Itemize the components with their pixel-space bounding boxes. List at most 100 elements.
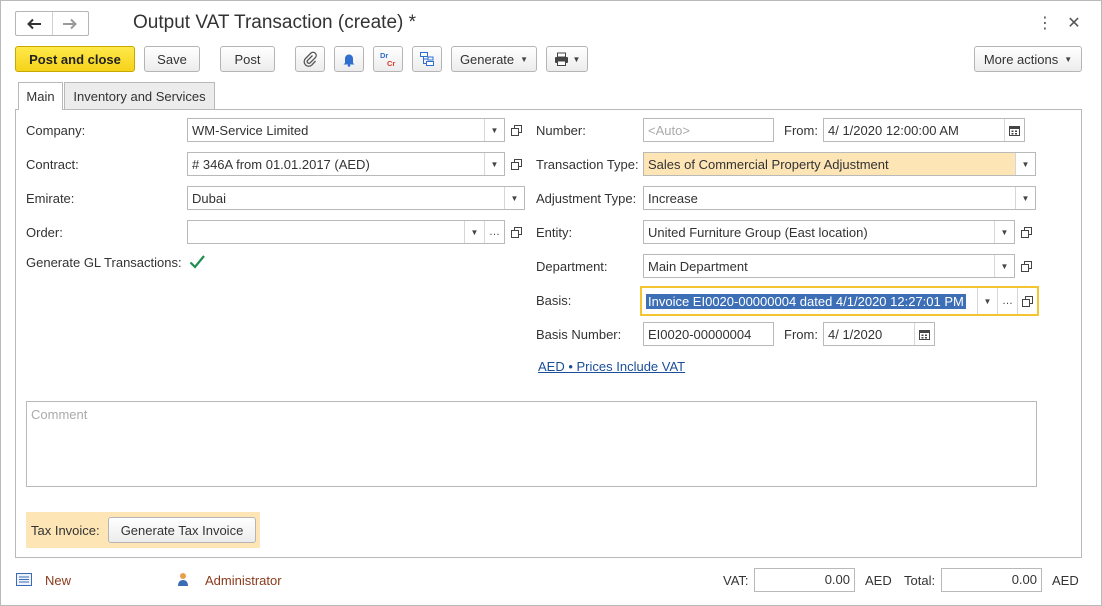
chevron-down-icon: ▼	[520, 54, 529, 64]
chevron-down-icon[interactable]: ▼	[994, 255, 1014, 277]
attach-button[interactable]	[295, 46, 325, 72]
list-icon	[16, 573, 34, 587]
save-button[interactable]: Save	[144, 46, 200, 72]
order-field[interactable]: ▼ …	[187, 220, 505, 244]
post-and-close-button[interactable]: Post and close	[15, 46, 135, 72]
number-placeholder: <Auto>	[648, 122, 690, 138]
date-field[interactable]: 4/ 1/2020 12:00:00 AM	[823, 118, 1025, 142]
basis-number-value: EI0020-00000004	[648, 326, 752, 342]
total-amount: 0.00	[941, 568, 1042, 592]
post-and-close-label: Post and close	[29, 51, 121, 67]
adjustment-type-label: Adjustment Type:	[536, 191, 637, 206]
reminder-button[interactable]	[334, 46, 364, 72]
generate-tax-invoice-button[interactable]: Generate Tax Invoice	[108, 517, 256, 543]
tab-inventory-and-services[interactable]: Inventory and Services	[64, 82, 215, 109]
post-button[interactable]: Post	[220, 46, 275, 72]
basis-from-label: From:	[784, 327, 818, 342]
open-window-icon	[1022, 295, 1033, 307]
user-icon	[177, 572, 191, 588]
bell-icon	[343, 54, 355, 67]
order-label: Order:	[26, 225, 63, 240]
company-field[interactable]: WM-Service Limited ▼	[187, 118, 505, 142]
chevron-down-icon[interactable]: ▼	[1015, 187, 1035, 209]
open-basis-button[interactable]	[1017, 288, 1037, 314]
document-window: Output VAT Transaction (create) * ⋮ ✕ Po…	[0, 0, 1102, 606]
open-window-icon	[1020, 260, 1032, 272]
from-label: From:	[784, 123, 818, 138]
chevron-down-icon[interactable]: ▼	[1015, 153, 1035, 175]
generate-tax-invoice-label: Generate Tax Invoice	[120, 522, 244, 538]
select-ellipsis-button[interactable]: …	[484, 221, 504, 243]
adjustment-type-field[interactable]: Increase ▼	[643, 186, 1036, 210]
open-entity-button[interactable]	[1016, 220, 1036, 244]
entity-field[interactable]: United Furniture Group (East location) ▼	[643, 220, 1015, 244]
chevron-down-icon[interactable]: ▼	[994, 221, 1014, 243]
transaction-type-label: Transaction Type:	[536, 157, 639, 172]
more-actions-button[interactable]: More actions ▼	[974, 46, 1082, 72]
save-label: Save	[157, 51, 187, 67]
basis-field[interactable]: Invoice EI0020-00000004 dated 4/1/2020 1…	[640, 286, 1039, 316]
print-button[interactable]: ▼	[546, 46, 588, 72]
basis-value: Invoice EI0020-00000004 dated 4/1/2020 1…	[642, 293, 977, 309]
adjustment-type-value: Increase	[648, 190, 698, 206]
tab-main[interactable]: Main	[18, 82, 63, 110]
transaction-type-field[interactable]: Sales of Commercial Property Adjustment …	[643, 152, 1036, 176]
generate-gl-checkbox[interactable]	[188, 253, 206, 271]
open-company-button[interactable]	[506, 118, 526, 142]
dr-cr-icon: Dr Cr	[380, 51, 395, 68]
arrow-right-icon	[63, 18, 78, 29]
open-window-icon	[510, 158, 522, 170]
chevron-down-icon: ▼	[1064, 54, 1073, 64]
close-icon[interactable]: ✕	[1065, 13, 1083, 33]
document-structure-icon	[420, 52, 434, 66]
comment-field[interactable]: Comment	[26, 401, 1037, 487]
forward-button[interactable]	[51, 12, 88, 35]
generate-button[interactable]: Generate ▼	[451, 46, 537, 72]
chevron-down-icon[interactable]: ▼	[484, 153, 504, 175]
open-window-icon	[1020, 226, 1032, 238]
tab-inventory-label: Inventory and Services	[73, 88, 206, 104]
department-field[interactable]: Main Department ▼	[643, 254, 1015, 278]
paperclip-icon	[303, 51, 317, 67]
transaction-type-value: Sales of Commercial Property Adjustment	[648, 156, 889, 172]
user-name[interactable]: Administrator	[205, 573, 282, 588]
chevron-down-icon[interactable]: ▼	[464, 221, 484, 243]
contract-field[interactable]: # 346A from 01.01.2017 (AED) ▼	[187, 152, 505, 176]
chevron-down-icon[interactable]: ▼	[504, 187, 524, 209]
basis-date-value: 4/ 1/2020	[828, 326, 883, 342]
basis-number-field[interactable]: EI0020-00000004	[643, 322, 774, 346]
basis-date-field[interactable]: 4/ 1/2020	[823, 322, 935, 346]
back-button[interactable]	[16, 12, 52, 35]
entity-value: United Furniture Group (East location)	[648, 224, 868, 240]
company-label: Company:	[26, 123, 86, 138]
page-title: Output VAT Transaction (create) *	[133, 12, 417, 33]
post-label: Post	[234, 51, 261, 67]
tab-main-label: Main	[26, 89, 55, 104]
calendar-icon[interactable]	[1004, 119, 1024, 141]
tax-invoice-label: Tax Invoice:	[31, 523, 100, 538]
currency-prices-link[interactable]: AED • Prices Include VAT	[538, 359, 685, 374]
new-status[interactable]: New	[45, 573, 71, 588]
open-contract-button[interactable]	[506, 152, 526, 176]
more-actions-label: More actions	[983, 51, 1059, 67]
svg-text:Cr: Cr	[387, 59, 395, 68]
basis-label: Basis:	[536, 293, 572, 308]
document-structure-button[interactable]	[412, 46, 442, 72]
chevron-down-icon[interactable]: ▼	[977, 288, 997, 314]
chevron-down-icon[interactable]: ▼	[484, 119, 504, 141]
emirate-label: Emirate:	[26, 191, 75, 206]
dr-cr-button[interactable]: Dr Cr	[373, 46, 403, 72]
number-field[interactable]: <Auto>	[643, 118, 774, 142]
vat-amount: 0.00	[754, 568, 855, 592]
open-window-icon	[510, 124, 522, 136]
open-order-button[interactable]	[506, 220, 526, 244]
calendar-icon[interactable]	[914, 323, 934, 345]
open-window-icon	[510, 226, 522, 238]
select-ellipsis-button[interactable]: …	[997, 288, 1017, 314]
vat-currency: AED	[865, 573, 892, 588]
open-department-button[interactable]	[1016, 254, 1036, 278]
contract-label: Contract:	[26, 157, 79, 172]
emirate-field[interactable]: Dubai ▼	[187, 186, 525, 210]
more-vertical-icon[interactable]: ⋮	[1037, 13, 1053, 33]
arrow-left-icon	[27, 18, 41, 29]
